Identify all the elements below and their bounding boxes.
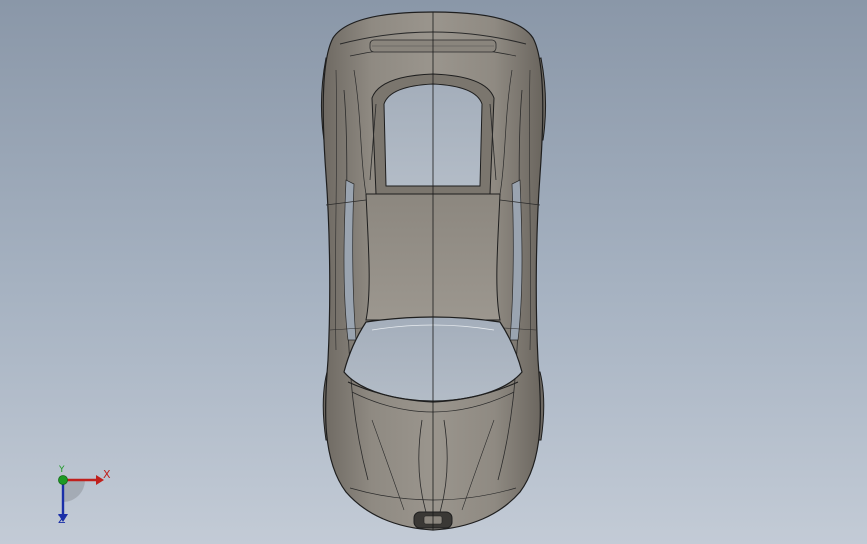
z-axis-label: Z xyxy=(58,513,66,526)
graphics-viewport[interactable]: X Y Z xyxy=(0,0,867,544)
car-model-top-view[interactable] xyxy=(0,0,867,544)
y-axis-label: Y xyxy=(59,465,65,475)
coordinate-triad: X Y Z xyxy=(44,462,116,528)
x-axis-label: X xyxy=(103,468,111,481)
